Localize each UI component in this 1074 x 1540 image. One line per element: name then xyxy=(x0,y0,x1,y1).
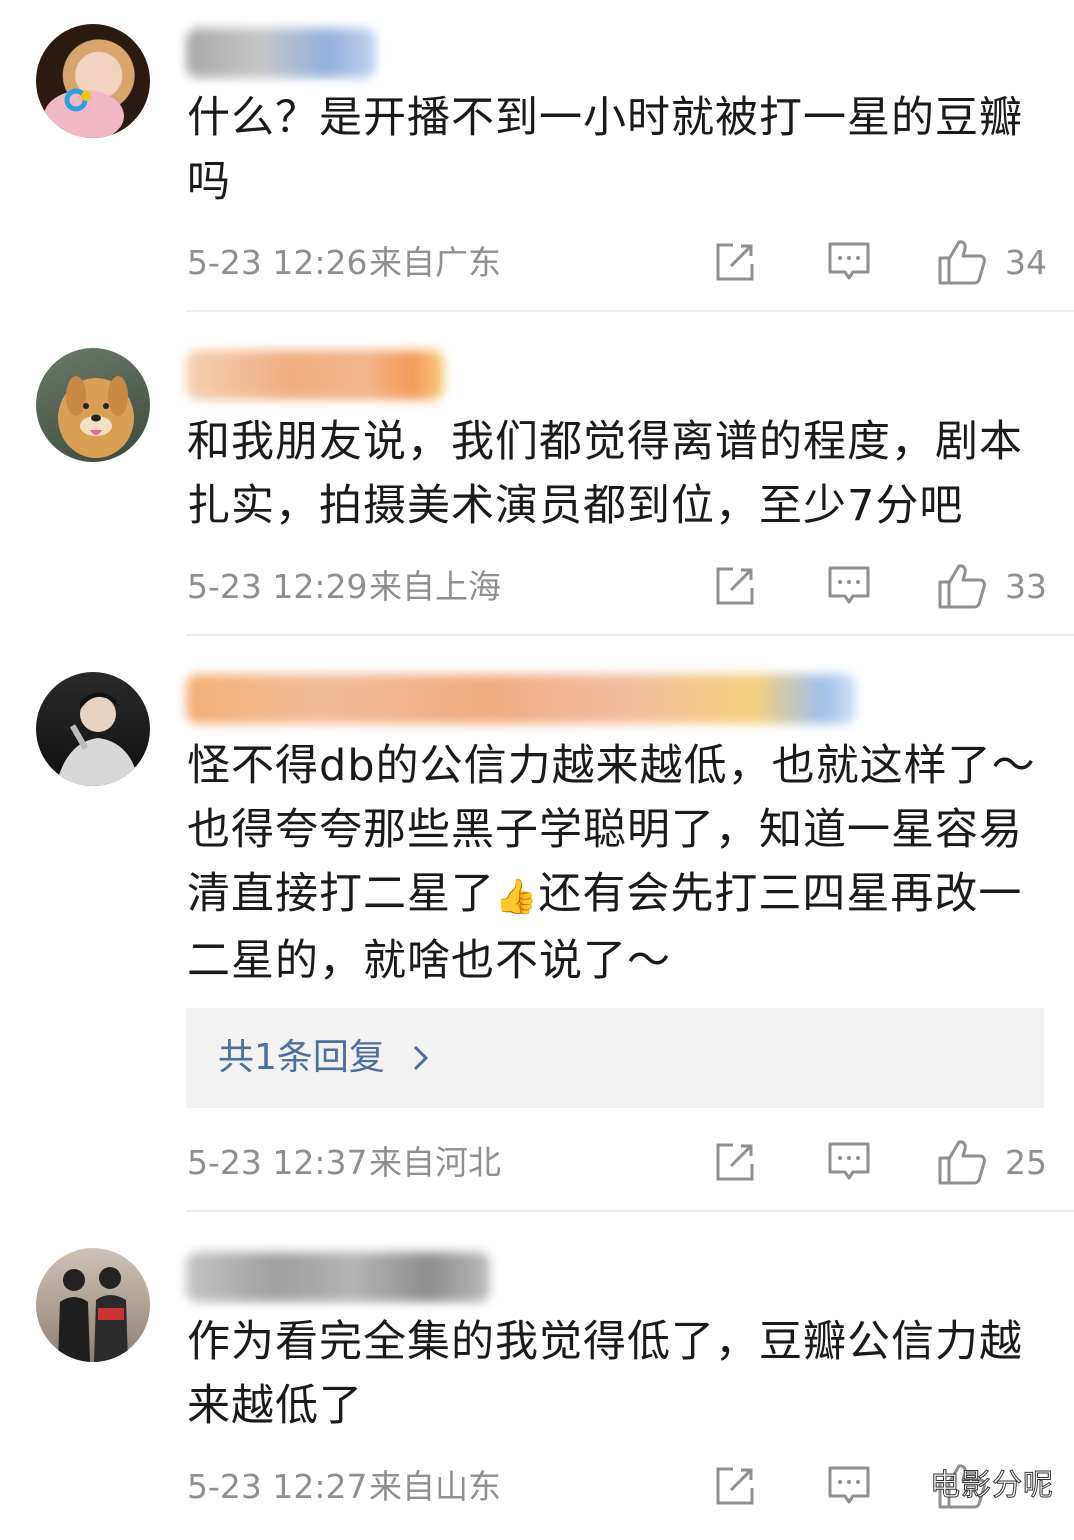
comment-time: 5-23 12:26 xyxy=(187,243,368,282)
comment-icon[interactable] xyxy=(827,1464,871,1508)
comment-meta: 5-23 12:29 来自上海 33 xyxy=(187,562,1047,612)
share-icon[interactable] xyxy=(713,240,757,284)
thumbs-up-emoji: 👍 xyxy=(495,877,539,917)
comment-item: 作为看完全集的我觉得低了，豆瓣公信力越来越低了 5-23 12:27 来自山东 xyxy=(0,1212,1074,1540)
comment-icon[interactable] xyxy=(827,240,871,284)
comment-icon[interactable] xyxy=(827,1140,871,1184)
share-icon[interactable] xyxy=(713,1464,757,1508)
like-count: 25 xyxy=(1005,1143,1047,1182)
view-replies-label: 共1条回复 xyxy=(218,1037,385,1078)
comment-location: 来自上海 xyxy=(369,567,501,606)
comment-icon[interactable] xyxy=(827,564,871,608)
comment-time: 5-23 12:29 xyxy=(187,567,368,606)
avatar[interactable] xyxy=(36,24,150,138)
avatar[interactable] xyxy=(36,672,150,786)
comment-text: 怪不得db的公信力越来越低，也就这样了～也得夸夸那些黑子学聪明了，知道一星容易清… xyxy=(187,734,1049,993)
comment-time: 5-23 12:27 xyxy=(187,1467,368,1506)
comment-item: 怪不得db的公信力越来越低，也就这样了～也得夸夸那些黑子学聪明了，知道一星容易清… xyxy=(0,636,1074,1212)
comment-meta: 5-23 12:26 来自广东 34 xyxy=(187,238,1047,288)
share-icon[interactable] xyxy=(713,564,757,608)
view-replies-button[interactable]: 共1条回复 xyxy=(186,1008,1044,1108)
chevron-right-icon xyxy=(413,1045,429,1071)
avatar-image xyxy=(58,1267,128,1362)
avatar[interactable] xyxy=(36,348,150,462)
like-count: 34 xyxy=(1005,243,1047,282)
comment-time: 5-23 12:37 xyxy=(187,1143,368,1182)
thumbs-up-icon[interactable] xyxy=(937,238,987,286)
like-count: 33 xyxy=(1005,567,1047,606)
comment-text: 和我朋友说，我们都觉得离谱的程度，剧本扎实，拍摄美术演员都到位，至少7分吧 xyxy=(187,417,1023,531)
comment-location: 来自广东 xyxy=(369,243,501,282)
comment-text: 什么？是开播不到一小时就被打一星的豆瓣吗 xyxy=(187,93,1023,207)
share-icon[interactable] xyxy=(713,1140,757,1184)
avatar[interactable] xyxy=(36,1248,150,1362)
username-blurred[interactable] xyxy=(186,1252,490,1302)
username-blurred[interactable] xyxy=(186,350,444,400)
comment-location: 来自河北 xyxy=(369,1143,501,1182)
comment-location: 来自山东 xyxy=(369,1467,501,1506)
avatar-image xyxy=(56,692,140,786)
comment-item: 和我朋友说，我们都觉得离谱的程度，剧本扎实，拍摄美术演员都到位，至少7分吧 5-… xyxy=(0,312,1074,636)
comment-item: 什么？是开播不到一小时就被打一星的豆瓣吗 5-23 12:26 来自广东 34 xyxy=(0,0,1074,312)
avatar-image xyxy=(58,376,134,458)
comment-meta: 5-23 12:37 来自河北 25 xyxy=(187,1138,1047,1188)
watermark: 电影分呢 xyxy=(930,1468,1054,1504)
avatar-image xyxy=(44,88,124,138)
thumbs-up-icon[interactable] xyxy=(937,1138,987,1186)
comment-text: 作为看完全集的我觉得低了，豆瓣公信力越来越低了 xyxy=(187,1317,1023,1431)
comment-meta: 5-23 12:27 来自山东 xyxy=(187,1462,1047,1512)
thumbs-up-icon[interactable] xyxy=(937,562,987,610)
username-blurred[interactable] xyxy=(186,674,856,724)
username-blurred[interactable] xyxy=(186,28,376,78)
